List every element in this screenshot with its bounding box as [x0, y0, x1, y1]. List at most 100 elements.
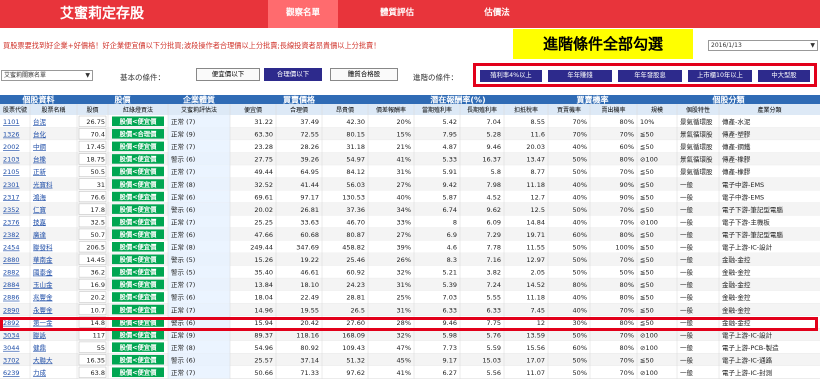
table-cell: 60.68: [300, 231, 319, 239]
stock-code-link[interactable]: 1326: [3, 131, 20, 139]
stock-name-link[interactable]: 台泥: [33, 117, 47, 126]
table-cell: 32.52: [254, 181, 273, 189]
stock-name-link[interactable]: 台橡: [33, 155, 47, 164]
stock-name-link[interactable]: 華南金: [33, 255, 53, 264]
stock-name-link[interactable]: 玉山金: [33, 280, 53, 289]
table-cell: 電子上游-IC-通路: [722, 355, 773, 364]
column-header[interactable]: 便宜價: [244, 106, 262, 114]
stock-name-link[interactable]: 光寶科: [33, 180, 53, 189]
column-header[interactable]: 賣出機率: [601, 106, 625, 114]
filter-profit-button[interactable]: 年年賺錢: [548, 70, 612, 82]
stock-name-link[interactable]: 鴻海: [33, 192, 47, 201]
column-header[interactable]: 紅綠燈買法: [123, 106, 153, 114]
filter-dividend-button[interactable]: 年年發股息: [618, 70, 682, 82]
stock-code-link[interactable]: 2301: [3, 181, 20, 189]
column-header[interactable]: 個股特性: [686, 106, 710, 114]
stock-name-link[interactable]: 聯詠: [33, 330, 47, 339]
stock-code-link[interactable]: 2103: [3, 156, 20, 164]
stock-code-link[interactable]: 3044: [3, 344, 20, 352]
filter-listed-10y-button[interactable]: 上市櫃10年以上: [688, 70, 752, 82]
nav-valuation[interactable]: 估價法: [462, 0, 532, 28]
filter-healthy-button[interactable]: 體質合格股: [330, 68, 398, 81]
stock-name-link[interactable]: 健鼎: [33, 343, 46, 352]
table-cell: 正常 (7): [171, 142, 195, 151]
stock-name-link[interactable]: 聯發科: [33, 243, 53, 252]
stock-code-link[interactable]: 3034: [3, 331, 20, 339]
stock-code-link[interactable]: 2886: [3, 294, 20, 302]
stock-name-link[interactable]: 中鋼: [33, 142, 47, 151]
table-cell: 警示 (6): [171, 155, 195, 164]
stock-name-link[interactable]: 技嘉: [33, 217, 47, 226]
nav-health[interactable]: 體質評估: [362, 0, 432, 28]
stock-name-link[interactable]: 力成: [33, 368, 47, 377]
watchlist-select[interactable]: 艾蜜莉關察名單 ▼: [1, 70, 93, 81]
table-cell: 14.96: [254, 306, 273, 314]
table-cell: 60%: [573, 344, 587, 352]
column-header[interactable]: 股票代號: [3, 106, 27, 114]
filter-below-cheap-button[interactable]: 便宜價以下: [196, 68, 260, 81]
stock-name-link[interactable]: 正新: [33, 167, 47, 176]
column-header[interactable]: 合理價: [290, 106, 308, 114]
signal-text: 股價<便宜價: [120, 342, 157, 351]
table-cell: 130.53: [342, 193, 365, 201]
stock-name-link[interactable]: 永豐金: [33, 305, 53, 314]
table-cell: 63.30: [254, 131, 273, 139]
column-header[interactable]: 買賣機率: [557, 106, 581, 114]
stock-code-link[interactable]: 2890: [3, 306, 20, 314]
column-header[interactable]: 艾蜜莉評估法: [181, 106, 217, 114]
stock-code-link[interactable]: 2382: [3, 231, 20, 239]
nav-watchlist[interactable]: 觀察名單: [268, 0, 338, 28]
column-header[interactable]: 長期殖利率: [467, 106, 497, 114]
table-cell: 3.82: [487, 269, 501, 277]
table-cell: 9.46: [487, 143, 501, 151]
annotation-callout: 進階條件全部勾選: [513, 29, 693, 59]
stock-name-link[interactable]: 國泰金: [33, 268, 53, 277]
table-cell: 5.39: [443, 281, 457, 289]
table-cell: 12.5: [531, 206, 545, 214]
stock-code-link[interactable]: 2002: [3, 143, 20, 151]
table-cell: 70%: [573, 131, 587, 139]
column-header[interactable]: 股價: [86, 106, 98, 114]
filter-yield-button[interactable]: 殖利率4%以上: [480, 70, 542, 82]
stock-name-link[interactable]: 大聯大: [33, 355, 53, 364]
filter-large-cap-button[interactable]: 中大型股: [758, 70, 810, 82]
stock-name-link[interactable]: 兆豐金: [33, 293, 53, 302]
filter-below-fair-button[interactable]: 合理價以下: [264, 68, 322, 81]
advanced-conditions-label: 進階の條件：: [413, 73, 458, 82]
table-cell: 7.98: [487, 181, 501, 189]
stock-name-link[interactable]: 廣達: [33, 230, 47, 239]
table-cell: 15%: [397, 131, 411, 139]
table-cell: 40%: [573, 181, 587, 189]
table-cell: 32.5: [91, 218, 105, 226]
stock-code-link[interactable]: 2317: [3, 193, 20, 201]
stock-code-link[interactable]: 1101: [3, 118, 20, 126]
stock-code-link[interactable]: 2105: [3, 168, 20, 176]
table-cell: 一般: [680, 255, 694, 264]
table-cell: 正常 (8): [171, 180, 195, 189]
stock-code-link[interactable]: 6239: [3, 369, 20, 377]
column-header[interactable]: 當期殖利率: [422, 106, 452, 114]
table-cell: 7.16: [487, 256, 501, 264]
stock-code-link[interactable]: 3702: [3, 356, 20, 364]
column-header[interactable]: 昂貴價: [336, 106, 354, 114]
table-cell: 70%: [620, 256, 634, 264]
stock-code-link[interactable]: 2882: [3, 269, 20, 277]
stock-code-link[interactable]: 2884: [3, 281, 20, 289]
table-cell: 16.35: [86, 356, 105, 364]
stock-name-link[interactable]: 仁寶: [33, 205, 47, 214]
stock-code-link[interactable]: 2352: [3, 206, 20, 214]
column-header[interactable]: 價差報酬率: [376, 106, 406, 114]
column-header[interactable]: 股票名稱: [41, 106, 65, 114]
table-cell: ⊘100: [640, 156, 658, 164]
table-cell: 37.36: [346, 206, 365, 214]
stock-code-link[interactable]: 2454: [3, 244, 20, 252]
stock-name-link[interactable]: 台化: [33, 130, 47, 139]
date-select[interactable]: 2016/1/13 ▼: [708, 40, 818, 51]
column-header[interactable]: 產業分類: [757, 106, 781, 114]
column-header[interactable]: 扣抵稅率: [514, 106, 538, 114]
column-header[interactable]: 規模: [651, 106, 663, 114]
app-logo[interactable]: 艾蜜莉定存股: [60, 3, 144, 23]
stock-code-link[interactable]: 2376: [3, 218, 20, 226]
table-cell: 7.03: [443, 294, 457, 302]
stock-code-link[interactable]: 2880: [3, 256, 20, 264]
